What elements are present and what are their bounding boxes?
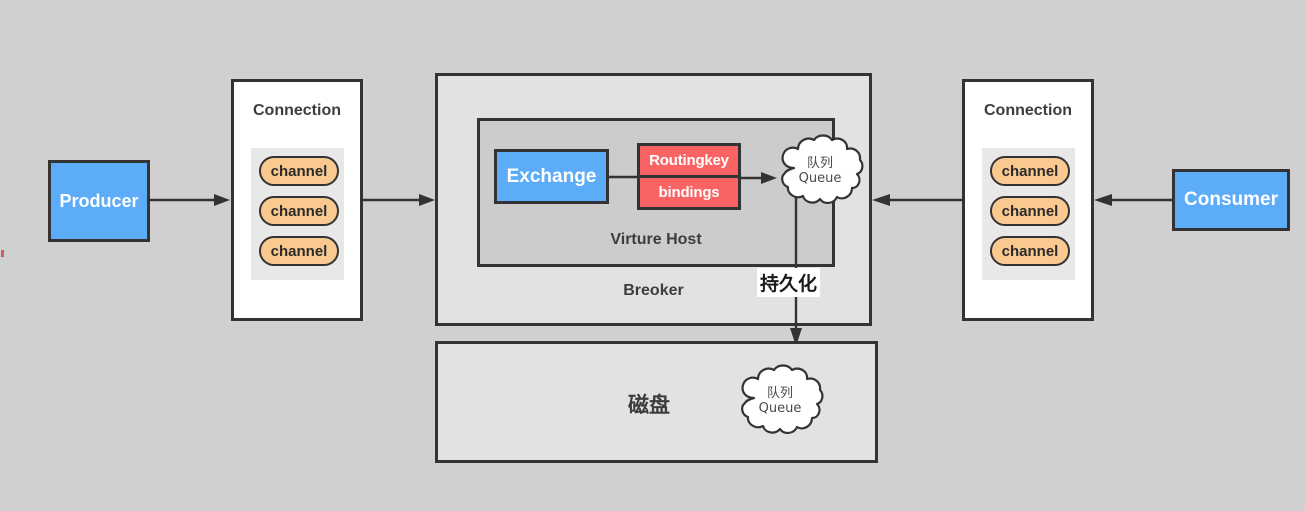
channel-pill[interactable]: channel bbox=[990, 156, 1070, 186]
connection-panel-left[interactable]: Connection channel channel channel bbox=[231, 79, 363, 321]
consumer-box[interactable]: Consumer bbox=[1172, 169, 1290, 231]
connector-exchange-to-binding bbox=[609, 175, 637, 179]
connection-left-title: Connection bbox=[253, 102, 341, 119]
disk-label: 磁盘 bbox=[628, 393, 670, 417]
arrow-consumer-to-connection bbox=[1094, 194, 1172, 206]
channel-pill[interactable]: channel bbox=[259, 196, 339, 226]
connection-right-title: Connection bbox=[984, 102, 1072, 119]
arrow-consumer-connection-to-broker bbox=[872, 194, 964, 206]
disk-panel[interactable]: 磁盘 队列 Queue bbox=[435, 341, 878, 463]
virture-host-title: Virture Host bbox=[610, 231, 702, 248]
channel-pill[interactable]: channel bbox=[259, 236, 339, 266]
channel-label: channel bbox=[1001, 242, 1059, 260]
routingkey-label: Routingkey bbox=[640, 146, 738, 178]
diagram-canvas: Producer Connection channel channel chan… bbox=[0, 0, 1305, 511]
channel-pill[interactable]: channel bbox=[259, 156, 339, 186]
channel-pill[interactable]: channel bbox=[990, 196, 1070, 226]
persistence-label: 持久化 bbox=[757, 268, 821, 297]
edge-artifact bbox=[1, 250, 4, 257]
channel-group-right: channel channel channel bbox=[982, 148, 1075, 280]
channel-label: channel bbox=[1001, 202, 1059, 220]
channel-group-left: channel channel channel bbox=[251, 148, 344, 280]
consumer-label: Consumer bbox=[1184, 189, 1278, 211]
channel-label: channel bbox=[270, 242, 328, 260]
arrow-producer-to-connection bbox=[150, 194, 230, 206]
virture-host-panel[interactable]: Exchange Routingkey bindings 队列 Queue Vi… bbox=[477, 118, 864, 267]
queue-cloud-disk[interactable]: 队列 Queue bbox=[734, 362, 826, 450]
arrow-connection-to-broker bbox=[363, 194, 435, 206]
connection-panel-right[interactable]: Connection channel channel channel bbox=[962, 79, 1094, 321]
exchange-box[interactable]: Exchange bbox=[494, 149, 609, 204]
channel-label: channel bbox=[270, 202, 328, 220]
channel-pill[interactable]: channel bbox=[990, 236, 1070, 266]
exchange-label: Exchange bbox=[506, 165, 597, 187]
channel-label: channel bbox=[270, 162, 328, 180]
producer-box[interactable]: Producer bbox=[48, 160, 150, 242]
producer-label: Producer bbox=[59, 190, 139, 211]
binding-box[interactable]: Routingkey bindings bbox=[637, 143, 741, 210]
bindings-label: bindings bbox=[658, 184, 720, 201]
channel-label: channel bbox=[1001, 162, 1059, 180]
